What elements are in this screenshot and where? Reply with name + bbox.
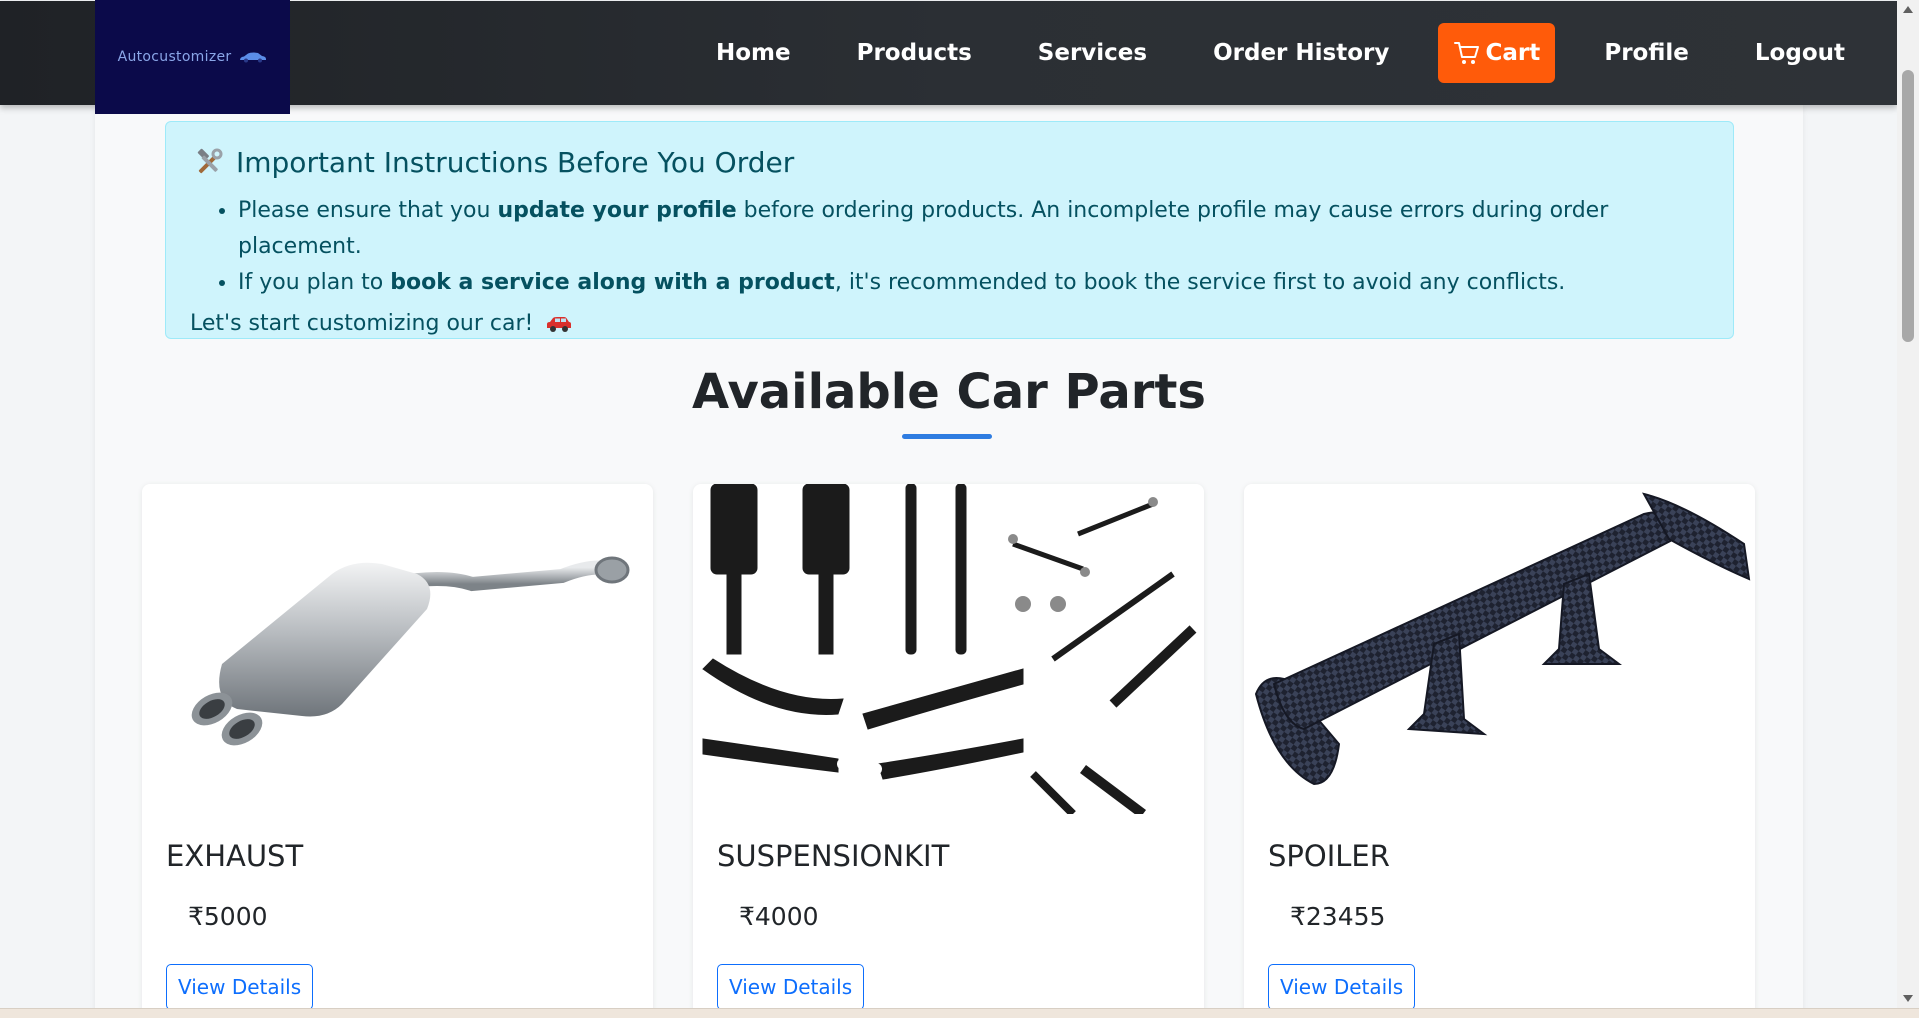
alert-footer-text: Let's start customizing our car! [190,311,534,336]
alert-item-text: , it's recommended to book the service f… [834,270,1566,295]
section-title: Available Car Parts [692,364,1206,420]
scroll-thumb[interactable] [1902,70,1914,342]
page-scrollbar[interactable] [1897,0,1919,1008]
nav-links: Home Products Services Order History Car… [683,1,1897,105]
scroll-up-arrow-icon[interactable] [1903,6,1913,13]
bottom-status-strip [0,1008,1919,1018]
cart-button[interactable]: Cart [1438,23,1556,83]
alert-item-bold: book a service along with a product [390,270,835,295]
carbon-spoiler-image [1254,492,1751,786]
nav-logout[interactable]: Logout [1722,40,1897,66]
alert-item-text: Please ensure that you [238,198,498,223]
hammer-wrench-icon [197,148,223,173]
alert-list: Please ensure that you update your profi… [238,193,1709,301]
alert-item: Please ensure that you update your profi… [238,193,1709,265]
product-grid: EXHAUST ₹5000 View Details SUSPENSIONKIT… [142,484,1755,1018]
product-card: SUSPENSIONKIT ₹4000 View Details [693,484,1204,1018]
alert-title: Important Instructions Before You Order [236,146,795,179]
brand-name: Autocustomizer [117,49,232,65]
nav-products[interactable]: Products [824,40,1005,66]
nav-home[interactable]: Home [683,40,824,66]
product-price: ₹5000 [188,902,268,931]
view-details-button[interactable]: View Details [1268,964,1416,1010]
exhaust-muffler-image [191,556,630,746]
alert-item: If you plan to book a service along with… [238,265,1709,301]
product-price: ₹4000 [739,902,819,931]
view-details-button[interactable]: View Details [166,964,314,1010]
product-name: SUSPENSIONKIT [717,839,950,873]
red-car-icon [547,316,572,332]
scroll-down-arrow-icon[interactable] [1903,995,1913,1002]
main-container: Important Instructions Before You Order … [95,104,1803,1018]
nav-order-history[interactable]: Order History [1180,40,1422,66]
product-card: SPOILER ₹23455 View Details [1244,484,1755,1018]
product-price: ₹23455 [1290,902,1386,931]
view-details-button[interactable]: View Details [717,964,865,1010]
nav-profile[interactable]: Profile [1571,40,1722,66]
cart-icon [1454,42,1480,64]
alert-item-bold: update your profile [497,198,737,223]
title-underline [902,434,992,439]
alert-item-text: If you plan to [238,270,391,295]
brand-logo[interactable]: Autocustomizer [95,0,290,114]
suspension-kit-image [702,484,1197,814]
alert-heading: Important Instructions Before You Order [194,146,1709,179]
product-name: EXHAUST [166,839,304,873]
product-card: EXHAUST ₹5000 View Details [142,484,653,1018]
cart-label: Cart [1485,40,1541,66]
car-icon [240,52,267,63]
product-name: SPOILER [1268,839,1390,873]
alert-footer: Let's start customizing our car! [190,311,1709,336]
instructions-alert: Important Instructions Before You Order … [165,121,1734,339]
nav-services[interactable]: Services [1005,40,1180,66]
